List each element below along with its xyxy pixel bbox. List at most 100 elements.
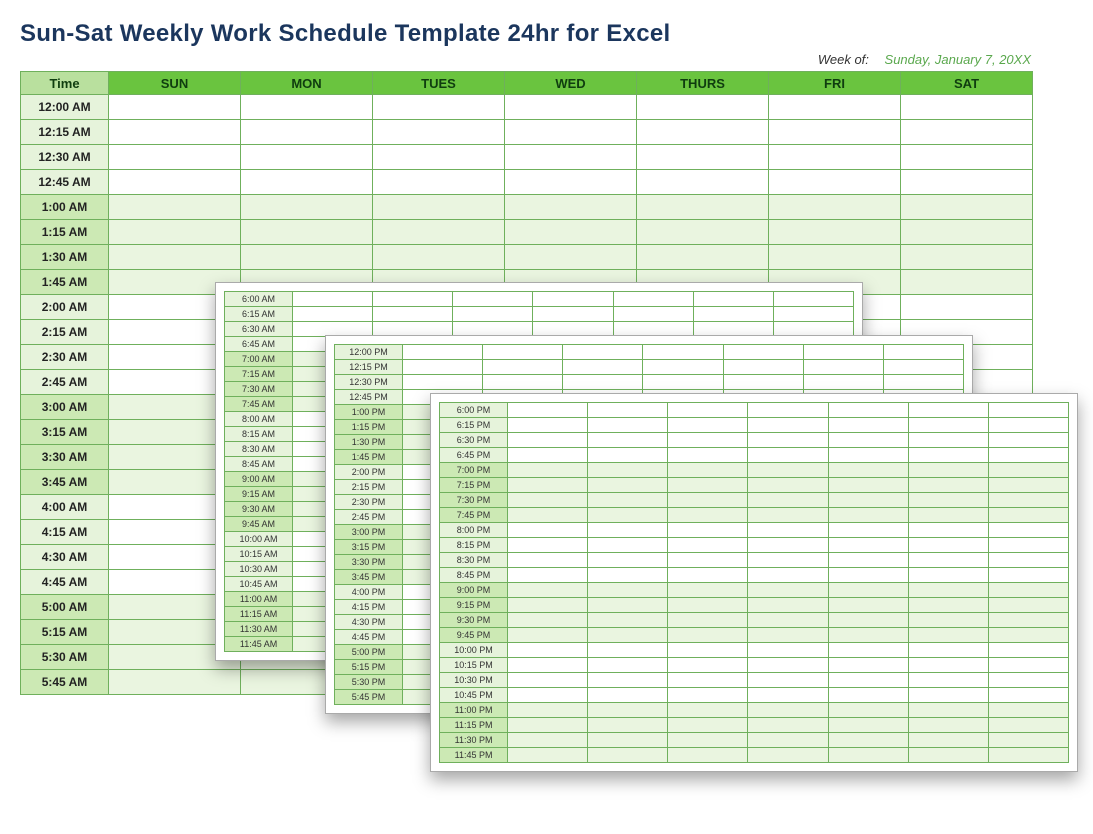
schedule-cell[interactable] bbox=[508, 718, 588, 733]
schedule-cell[interactable] bbox=[748, 613, 828, 628]
schedule-cell[interactable] bbox=[668, 658, 748, 673]
schedule-cell[interactable] bbox=[505, 170, 637, 195]
schedule-cell[interactable] bbox=[803, 375, 883, 390]
schedule-cell[interactable] bbox=[668, 523, 748, 538]
schedule-cell[interactable] bbox=[748, 568, 828, 583]
schedule-cell[interactable] bbox=[588, 718, 668, 733]
schedule-cell[interactable] bbox=[508, 538, 588, 553]
schedule-cell[interactable] bbox=[908, 613, 988, 628]
schedule-cell[interactable] bbox=[508, 688, 588, 703]
schedule-cell[interactable] bbox=[908, 553, 988, 568]
schedule-cell[interactable] bbox=[668, 538, 748, 553]
schedule-cell[interactable] bbox=[588, 508, 668, 523]
schedule-cell[interactable] bbox=[373, 95, 505, 120]
schedule-cell[interactable] bbox=[588, 568, 668, 583]
schedule-cell[interactable] bbox=[668, 433, 748, 448]
schedule-cell[interactable] bbox=[828, 568, 908, 583]
schedule-cell[interactable] bbox=[748, 403, 828, 418]
schedule-cell[interactable] bbox=[769, 120, 901, 145]
schedule-cell[interactable] bbox=[828, 598, 908, 613]
schedule-cell[interactable] bbox=[769, 195, 901, 220]
schedule-cell[interactable] bbox=[668, 583, 748, 598]
schedule-cell[interactable] bbox=[908, 478, 988, 493]
schedule-cell[interactable] bbox=[241, 120, 373, 145]
schedule-cell[interactable] bbox=[668, 673, 748, 688]
schedule-cell[interactable] bbox=[588, 493, 668, 508]
schedule-cell[interactable] bbox=[748, 463, 828, 478]
schedule-cell[interactable] bbox=[241, 245, 373, 270]
schedule-cell[interactable] bbox=[828, 523, 908, 538]
schedule-cell[interactable] bbox=[908, 403, 988, 418]
schedule-cell[interactable] bbox=[637, 195, 769, 220]
schedule-cell[interactable] bbox=[508, 418, 588, 433]
schedule-cell[interactable] bbox=[748, 688, 828, 703]
schedule-cell[interactable] bbox=[828, 478, 908, 493]
schedule-cell[interactable] bbox=[453, 292, 533, 307]
schedule-cell[interactable] bbox=[668, 568, 748, 583]
schedule-cell[interactable] bbox=[637, 95, 769, 120]
schedule-cell[interactable] bbox=[508, 493, 588, 508]
schedule-cell[interactable] bbox=[668, 448, 748, 463]
schedule-cell[interactable] bbox=[988, 508, 1068, 523]
schedule-cell[interactable] bbox=[508, 643, 588, 658]
schedule-cell[interactable] bbox=[769, 95, 901, 120]
schedule-cell[interactable] bbox=[908, 733, 988, 748]
schedule-cell[interactable] bbox=[828, 433, 908, 448]
schedule-cell[interactable] bbox=[508, 478, 588, 493]
schedule-cell[interactable] bbox=[588, 403, 668, 418]
schedule-cell[interactable] bbox=[613, 307, 693, 322]
schedule-cell[interactable] bbox=[668, 493, 748, 508]
schedule-cell[interactable] bbox=[908, 508, 988, 523]
schedule-cell[interactable] bbox=[588, 658, 668, 673]
schedule-cell[interactable] bbox=[588, 553, 668, 568]
schedule-cell[interactable] bbox=[748, 703, 828, 718]
schedule-cell[interactable] bbox=[588, 523, 668, 538]
schedule-cell[interactable] bbox=[988, 703, 1068, 718]
schedule-cell[interactable] bbox=[828, 658, 908, 673]
schedule-cell[interactable] bbox=[643, 345, 723, 360]
schedule-cell[interactable] bbox=[588, 433, 668, 448]
schedule-cell[interactable] bbox=[508, 568, 588, 583]
schedule-cell[interactable] bbox=[508, 403, 588, 418]
schedule-cell[interactable] bbox=[988, 553, 1068, 568]
schedule-cell[interactable] bbox=[508, 433, 588, 448]
schedule-cell[interactable] bbox=[613, 292, 693, 307]
schedule-cell[interactable] bbox=[908, 703, 988, 718]
schedule-cell[interactable] bbox=[668, 748, 748, 763]
schedule-cell[interactable] bbox=[241, 170, 373, 195]
schedule-cell[interactable] bbox=[637, 120, 769, 145]
schedule-cell[interactable] bbox=[908, 418, 988, 433]
schedule-cell[interactable] bbox=[563, 375, 643, 390]
schedule-cell[interactable] bbox=[748, 493, 828, 508]
schedule-cell[interactable] bbox=[109, 245, 241, 270]
schedule-cell[interactable] bbox=[109, 195, 241, 220]
schedule-cell[interactable] bbox=[908, 463, 988, 478]
schedule-cell[interactable] bbox=[988, 598, 1068, 613]
schedule-cell[interactable] bbox=[508, 628, 588, 643]
schedule-cell[interactable] bbox=[748, 733, 828, 748]
schedule-cell[interactable] bbox=[748, 658, 828, 673]
schedule-cell[interactable] bbox=[988, 448, 1068, 463]
schedule-cell[interactable] bbox=[241, 195, 373, 220]
schedule-cell[interactable] bbox=[988, 418, 1068, 433]
schedule-cell[interactable] bbox=[588, 463, 668, 478]
schedule-cell[interactable] bbox=[508, 748, 588, 763]
schedule-cell[interactable] bbox=[533, 307, 613, 322]
schedule-cell[interactable] bbox=[373, 220, 505, 245]
schedule-cell[interactable] bbox=[668, 628, 748, 643]
schedule-cell[interactable] bbox=[988, 718, 1068, 733]
schedule-cell[interactable] bbox=[988, 403, 1068, 418]
schedule-cell[interactable] bbox=[883, 375, 963, 390]
schedule-cell[interactable] bbox=[588, 418, 668, 433]
schedule-cell[interactable] bbox=[668, 598, 748, 613]
schedule-cell[interactable] bbox=[723, 375, 803, 390]
schedule-cell[interactable] bbox=[828, 733, 908, 748]
schedule-cell[interactable] bbox=[988, 568, 1068, 583]
schedule-cell[interactable] bbox=[988, 538, 1068, 553]
schedule-cell[interactable] bbox=[588, 448, 668, 463]
schedule-cell[interactable] bbox=[109, 670, 241, 695]
schedule-cell[interactable] bbox=[748, 718, 828, 733]
schedule-cell[interactable] bbox=[773, 307, 853, 322]
schedule-cell[interactable] bbox=[988, 478, 1068, 493]
schedule-cell[interactable] bbox=[588, 478, 668, 493]
